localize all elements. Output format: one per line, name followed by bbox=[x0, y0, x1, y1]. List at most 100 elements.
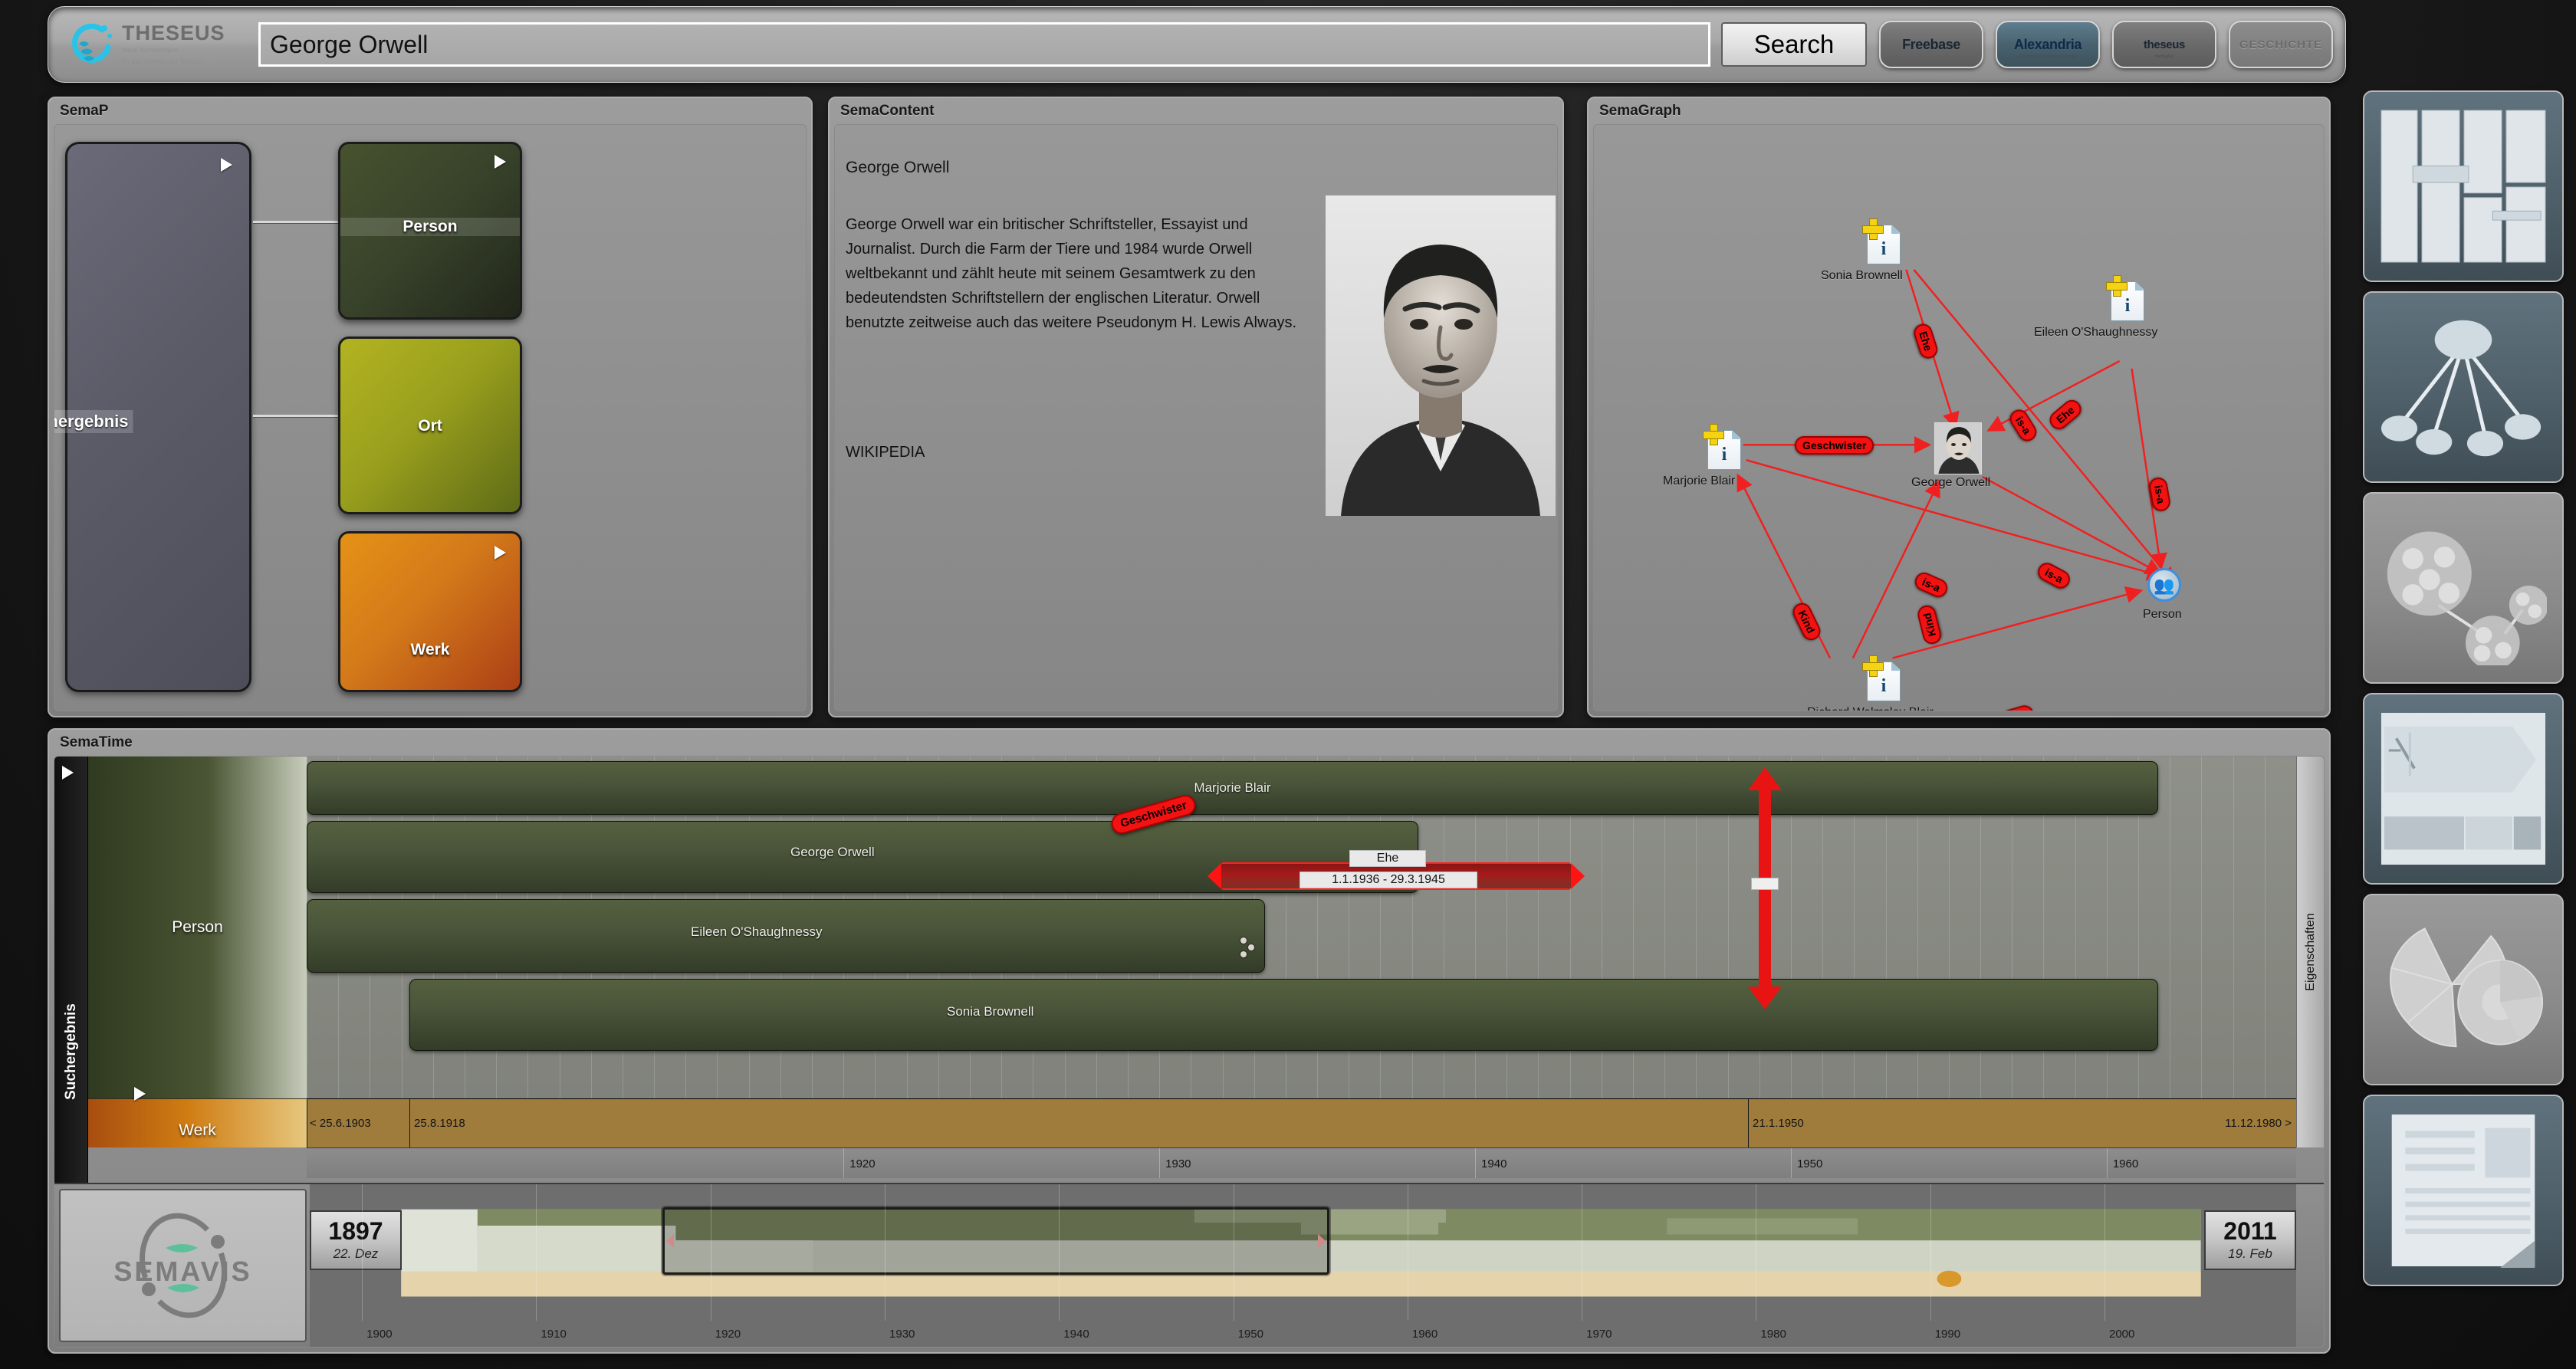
plus-icon bbox=[1862, 218, 1884, 240]
axis-tick-label: 1950 bbox=[1796, 1157, 1823, 1170]
gridline bbox=[1569, 757, 1571, 1147]
semap-card-werk-label: Werk bbox=[410, 641, 450, 658]
sematime-track-handle[interactable] bbox=[1240, 937, 1260, 957]
semagraph-node-label: Sonia Brownell bbox=[1821, 269, 1903, 282]
minimap-start-box[interactable]: 1897 22. Dez bbox=[310, 1210, 402, 1270]
semap-card-ort[interactable]: Ort bbox=[338, 337, 522, 514]
semagraph-node-george-orwell[interactable]: George Orwell bbox=[1911, 422, 1990, 489]
document-icon bbox=[2380, 1113, 2547, 1268]
sematime-track-sonia-brownell[interactable]: Sonia Brownell bbox=[409, 979, 2158, 1051]
gridline bbox=[1664, 757, 1666, 1147]
semavis-logo: SEMAVIS bbox=[59, 1189, 307, 1342]
sematime-right-axis-label: Eigenschaften bbox=[2303, 913, 2317, 991]
semap-card-person[interactable]: Person bbox=[338, 142, 522, 320]
sematime-category-person-label: Person bbox=[172, 918, 223, 936]
search-button[interactable]: Search bbox=[1721, 22, 1867, 67]
sematime-category-werk[interactable]: Werk bbox=[88, 1087, 307, 1147]
source-geschichte-button[interactable]: GESCHICHTE bbox=[2229, 21, 2333, 68]
source-alexandria-sub: collaborative knowledge engine bbox=[2019, 54, 2077, 59]
semacontent-source: WIKIPEDIA bbox=[846, 444, 925, 461]
minimap-end-box[interactable]: 2011 19. Feb bbox=[2204, 1210, 2296, 1270]
gridline bbox=[1917, 757, 1918, 1147]
semagraph-edges bbox=[1737, 269, 2176, 659]
axis-tick bbox=[1475, 1148, 1477, 1178]
document-icon: i bbox=[1703, 424, 1741, 470]
document-icon: i bbox=[1862, 655, 1901, 701]
semagraph-node-marjorie-blair[interactable]: i Marjorie Blair bbox=[1663, 424, 1741, 488]
semap-link-ort bbox=[253, 415, 342, 417]
sematime-track-marjorie-blair[interactable]: Marjorie Blair bbox=[307, 761, 2158, 815]
semagraph-edge-label-geschwister[interactable]: Geschwister bbox=[1795, 436, 1875, 455]
sematime-track-eileen-oshaughnessy[interactable]: Eileen O'Shaughnessy bbox=[307, 899, 1265, 973]
axis-tick-label: 1920 bbox=[849, 1157, 876, 1170]
expand-arrow-icon[interactable] bbox=[221, 158, 232, 172]
gridline bbox=[1854, 757, 1855, 1147]
semagraph-node-eileen-oshaughnessy[interactable]: i Eileen O'Shaughnessy bbox=[2034, 275, 2157, 339]
sematime-category-person[interactable]: Person bbox=[88, 757, 307, 1098]
expand-arrow-icon[interactable] bbox=[62, 766, 74, 780]
semagraph-node-label: Person bbox=[2143, 608, 2182, 621]
view-thumb-semap[interactable] bbox=[2363, 90, 2564, 282]
gridline bbox=[1790, 757, 1792, 1147]
sematime-minimap: SEMAVIS 1897 22. Dez 2011 19. Feb 1900 1… bbox=[54, 1183, 2324, 1347]
view-thumb-radial[interactable] bbox=[2363, 894, 2564, 1085]
minimap-brush[interactable] bbox=[662, 1207, 1329, 1275]
semap-link-person bbox=[253, 221, 342, 223]
sematime-relation-band-ehe-range: 1.1.1936 - 29.3.1945 bbox=[1300, 872, 1477, 888]
semagraph-node-person-class[interactable]: 👥 Person bbox=[2143, 568, 2182, 621]
sematime-track-label: Eileen O'Shaughnessy bbox=[691, 924, 823, 939]
minimap-tick-label: 1950 bbox=[1237, 1328, 1263, 1341]
view-thumb-semacontent[interactable] bbox=[2363, 1095, 2564, 1286]
document-icon: i bbox=[1862, 218, 1901, 264]
semagraph-node-label: George Orwell bbox=[1911, 476, 1991, 489]
minimap-end-day: 19. Feb bbox=[2228, 1246, 2272, 1261]
semagraph-node-richard-walmsley-blair[interactable]: i Richard Walmsley Blair bbox=[1807, 655, 1934, 711]
cursor-grip[interactable] bbox=[1751, 878, 1779, 890]
expand-arrow-icon[interactable] bbox=[134, 1087, 146, 1101]
view-thumb-cluster[interactable] bbox=[2363, 492, 2564, 684]
semagraph-node-sonia-brownell[interactable]: i Sonia Brownell bbox=[1821, 218, 1903, 282]
sematime-relation-band-ehe-label: Ehe bbox=[1349, 850, 1426, 867]
semap-card-ort-label: Ort bbox=[418, 417, 442, 435]
minimap-tick bbox=[362, 1184, 363, 1321]
semap-card-werk[interactable]: Werk bbox=[338, 531, 522, 692]
semap-result-container[interactable]: Suchergebnis bbox=[54, 142, 251, 692]
source-geschichte-label: GESCHICHTE bbox=[2239, 38, 2323, 51]
minimap-tick-label: 1940 bbox=[1063, 1328, 1089, 1341]
gridline bbox=[2138, 757, 2140, 1147]
axis-tick-label: 1960 bbox=[2112, 1157, 2139, 1170]
sematime-left-axis-label: Suchergebnis bbox=[62, 1003, 79, 1100]
minimap-tick-label: 1920 bbox=[715, 1328, 741, 1341]
sematime-time-cursor[interactable] bbox=[1748, 767, 1782, 1010]
cluster-graph-icon bbox=[2380, 511, 2548, 670]
gridline bbox=[2012, 757, 2013, 1147]
expand-arrow-icon[interactable] bbox=[495, 546, 506, 560]
sematime-right-axis: Eigenschaften bbox=[2296, 757, 2324, 1147]
sematime-date-divider bbox=[409, 1098, 410, 1147]
semagraph-node-label: Marjorie Blair bbox=[1663, 474, 1736, 488]
gridline bbox=[2106, 757, 2108, 1147]
source-freebase-button[interactable]: Freebase bbox=[1879, 21, 1983, 68]
semagraph-node-label: Eileen O'Shaughnessy bbox=[2034, 326, 2158, 339]
minimap-tick bbox=[536, 1184, 537, 1321]
view-thumb-sematime[interactable] bbox=[2363, 693, 2564, 885]
brush-handle-left-icon[interactable] bbox=[666, 1234, 674, 1248]
axis-tick bbox=[2106, 1148, 2108, 1178]
source-theseus-button[interactable]: theseus mediaglue bbox=[2112, 21, 2216, 68]
sematime-body: Suchergebnis Person Werk Marjorie Blair … bbox=[54, 756, 2325, 1348]
semacontent-body: George Orwell George Orwell war ein brit… bbox=[834, 124, 1558, 711]
grid-layout-icon bbox=[2380, 109, 2547, 264]
gridline bbox=[1380, 757, 1382, 1147]
semacontent-body-text: George Orwell war ein britischer Schrift… bbox=[846, 216, 1297, 331]
gridline bbox=[2264, 757, 2266, 1147]
sematime-minimap-canvas[interactable]: 1897 22. Dez 2011 19. Feb 1900 1910 1920 19… bbox=[310, 1184, 2296, 1347]
search-input[interactable] bbox=[258, 22, 1710, 67]
view-thumb-graph[interactable] bbox=[2363, 291, 2564, 483]
minimap-tick-label: 2000 bbox=[2108, 1328, 2135, 1341]
brush-handle-right-icon[interactable] bbox=[1318, 1234, 1326, 1248]
node-graph-icon bbox=[2380, 310, 2547, 465]
source-alexandria-button[interactable]: Alexandria collaborative knowledge engin… bbox=[1996, 21, 2100, 68]
sematime-werk-band bbox=[307, 1098, 2296, 1147]
expand-arrow-icon[interactable] bbox=[495, 155, 506, 169]
semap-panel: SemaP Suchergebnis Person Ort Werk bbox=[48, 97, 813, 717]
